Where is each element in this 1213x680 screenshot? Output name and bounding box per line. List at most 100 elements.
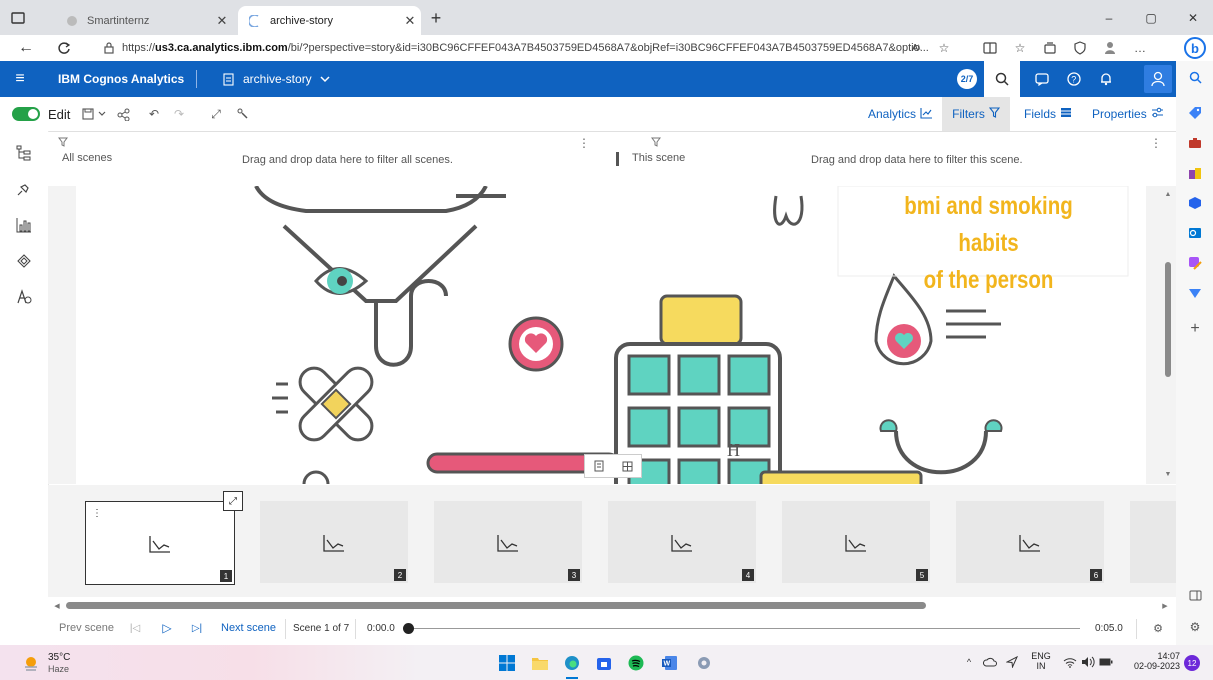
more-menu-icon[interactable]: ⋮ bbox=[1150, 136, 1162, 150]
drop-icon[interactable] bbox=[1185, 283, 1205, 303]
scene-thumbnail[interactable]: 4 bbox=[608, 501, 756, 583]
minimize-button[interactable]: – bbox=[1098, 8, 1120, 28]
visualizations-icon[interactable] bbox=[12, 213, 36, 237]
store-icon[interactable] bbox=[594, 653, 614, 673]
hamburger-menu-icon[interactable]: ≡ bbox=[10, 69, 30, 89]
help-icon[interactable]: ? bbox=[1064, 69, 1084, 89]
close-tab-icon[interactable]: ✕ bbox=[211, 13, 233, 29]
scroll-right-arrow-icon[interactable]: ▶ bbox=[1160, 600, 1170, 612]
sidebar-settings-gear-icon[interactable]: ⚙ bbox=[1185, 617, 1205, 637]
document-title[interactable]: archive-story bbox=[243, 72, 312, 86]
more-options-icon[interactable]: … bbox=[1130, 38, 1150, 58]
location-arrow-icon[interactable] bbox=[1004, 654, 1020, 670]
outlook-icon[interactable] bbox=[1185, 223, 1205, 243]
widgets-icon[interactable] bbox=[12, 249, 36, 273]
pin-tool-icon[interactable] bbox=[12, 177, 36, 201]
windows-start-icon[interactable] bbox=[497, 653, 517, 673]
tools-briefcase-icon[interactable] bbox=[1185, 133, 1205, 153]
shopping-tag-icon[interactable] bbox=[1185, 103, 1205, 123]
search-icon[interactable] bbox=[984, 61, 1020, 97]
word-icon[interactable]: W bbox=[660, 653, 680, 673]
battery-icon[interactable] bbox=[1098, 654, 1114, 670]
scrollbar-thumb[interactable] bbox=[66, 602, 926, 609]
fields-button[interactable]: Fields bbox=[1024, 97, 1072, 131]
data-sources-icon[interactable] bbox=[12, 141, 36, 165]
prev-scene-button[interactable]: Prev scene bbox=[59, 622, 114, 634]
pin-icon[interactable] bbox=[234, 105, 252, 123]
timeline-track[interactable] bbox=[410, 628, 1080, 629]
url-field[interactable]: https://us3.ca.analytics.ibm.com/bi/?per… bbox=[122, 37, 992, 58]
scene-thumbnail[interactable]: 5 bbox=[782, 501, 930, 583]
share-icon[interactable] bbox=[114, 105, 132, 123]
canvas-vertical-scrollbar[interactable]: ▲ ▼ bbox=[1162, 188, 1174, 480]
profile-icon[interactable] bbox=[1100, 38, 1120, 58]
lock-icon[interactable] bbox=[100, 38, 118, 58]
tab-smartinternz[interactable]: Smartinternz ✕ bbox=[55, 6, 233, 35]
save-icon[interactable] bbox=[80, 105, 96, 123]
notification-count-badge[interactable]: 12 bbox=[1184, 655, 1200, 671]
scrollbar-thumb[interactable] bbox=[1165, 262, 1171, 377]
volume-icon[interactable] bbox=[1080, 654, 1096, 670]
read-aloud-icon[interactable]: A \ bbox=[906, 38, 926, 58]
favorite-star-icon[interactable]: ☆ bbox=[934, 38, 954, 58]
analytics-button[interactable]: Analytics bbox=[868, 97, 933, 131]
scroll-down-arrow-icon[interactable]: ▼ bbox=[1162, 468, 1174, 480]
language-indicator[interactable]: ENG IN bbox=[1030, 651, 1052, 671]
thumbnail-horizontal-scrollbar[interactable]: ◀ ▶ bbox=[48, 599, 1176, 613]
grid-icon[interactable] bbox=[613, 455, 641, 477]
tab-actions-icon[interactable] bbox=[8, 8, 28, 28]
edge-browser-icon[interactable] bbox=[562, 653, 582, 673]
edit-toggle[interactable] bbox=[12, 107, 40, 121]
back-arrow-icon[interactable]: ← bbox=[16, 38, 36, 58]
favorites-icon[interactable]: ☆ bbox=[1010, 38, 1030, 58]
expand-thumbnail-icon[interactable]: ⤢ bbox=[223, 491, 243, 511]
scene-thumbnail[interactable]: 2 bbox=[260, 501, 408, 583]
weather-haze-icon[interactable] bbox=[22, 654, 40, 672]
bell-icon[interactable] bbox=[1096, 69, 1116, 89]
assistant-icon[interactable] bbox=[12, 285, 36, 309]
this-scene-filter-dropzone[interactable]: This scene Drag and drop data here to fi… bbox=[620, 132, 1176, 186]
close-window-button[interactable]: ✕ bbox=[1182, 8, 1204, 28]
all-scenes-filter-dropzone[interactable]: All scenes Drag and drop data here to fi… bbox=[48, 132, 604, 186]
next-scene-button[interactable]: Next scene bbox=[221, 622, 276, 634]
microsoft-365-icon[interactable] bbox=[1185, 193, 1205, 213]
spotify-icon[interactable] bbox=[626, 653, 646, 673]
scroll-left-arrow-icon[interactable]: ◀ bbox=[52, 600, 62, 612]
timeline-handle[interactable] bbox=[403, 623, 414, 634]
cloud-icon[interactable] bbox=[982, 654, 998, 670]
close-tab-icon[interactable]: ✕ bbox=[399, 13, 421, 29]
notification-badge[interactable]: 2/7 bbox=[957, 69, 977, 89]
notes-icon[interactable] bbox=[585, 455, 613, 477]
scene-heading[interactable]: bmi and smoking habits of the person bbox=[876, 188, 1102, 299]
scene-area[interactable]: H bmi and smoking habits of the person bbox=[76, 186, 1146, 484]
add-sidebar-app-icon[interactable]: + bbox=[1185, 319, 1205, 339]
skip-back-icon[interactable]: |◁ bbox=[128, 621, 142, 635]
undo-icon[interactable]: ↶ bbox=[145, 105, 163, 123]
show-hidden-icons-chevron-up-icon[interactable]: ^ bbox=[961, 654, 977, 670]
new-tab-button[interactable]: + bbox=[426, 8, 446, 28]
properties-button[interactable]: Properties bbox=[1092, 97, 1164, 131]
wifi-icon[interactable] bbox=[1062, 654, 1078, 670]
scroll-up-arrow-icon[interactable]: ▲ bbox=[1162, 188, 1174, 200]
play-icon[interactable]: ▷ bbox=[160, 621, 174, 635]
chevron-down-icon[interactable] bbox=[318, 70, 332, 88]
split-screen-icon[interactable] bbox=[980, 38, 1000, 58]
user-avatar-icon[interactable] bbox=[1144, 65, 1172, 93]
settings-gear-icon[interactable] bbox=[694, 653, 714, 673]
thumbnail-more-icon[interactable]: ⋮ bbox=[92, 508, 102, 519]
file-explorer-icon[interactable] bbox=[530, 653, 550, 673]
skip-forward-icon[interactable]: ▷| bbox=[190, 621, 204, 635]
refresh-icon[interactable] bbox=[54, 38, 74, 58]
hide-sidebar-icon[interactable] bbox=[1185, 585, 1205, 605]
restore-button[interactable]: ▢ bbox=[1140, 8, 1162, 28]
designer-icon[interactable] bbox=[1185, 253, 1205, 273]
browser-essentials-icon[interactable] bbox=[1070, 38, 1090, 58]
games-icon[interactable] bbox=[1185, 163, 1205, 183]
scene-thumbnail[interactable]: ⋮ 1 bbox=[85, 501, 235, 585]
scene-thumbnail[interactable]: 6 bbox=[956, 501, 1104, 583]
redo-icon[interactable]: ↷ bbox=[170, 105, 188, 123]
filter-splitter-handle[interactable] bbox=[616, 152, 619, 166]
system-clock[interactable]: 14:07 02-09-2023 bbox=[1120, 651, 1180, 671]
more-menu-icon[interactable]: ⋮ bbox=[578, 136, 590, 150]
expand-icon[interactable]: ⤢ bbox=[207, 105, 225, 123]
